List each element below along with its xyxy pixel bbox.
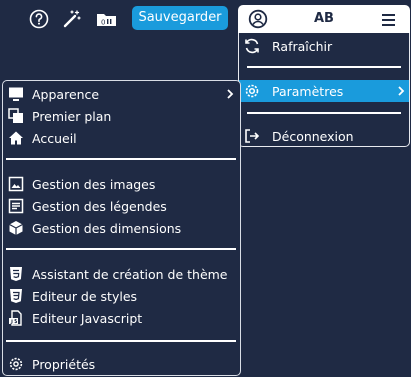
user-circle-icon bbox=[248, 9, 268, 29]
menu-item-home[interactable]: Accueil bbox=[6, 127, 238, 149]
hamburger-menu-icon[interactable] bbox=[381, 12, 397, 26]
menu-item-logout[interactable]: Déconnexion bbox=[239, 125, 409, 147]
settings-submenu: Apparence Premier plan Accueil Gestion d… bbox=[2, 80, 241, 376]
menu-item-theme-wizard[interactable]: Assistant de création de thème bbox=[6, 263, 238, 285]
menu-item-label: Accueil bbox=[32, 130, 77, 146]
css3-icon bbox=[8, 288, 24, 304]
home-icon bbox=[8, 130, 24, 146]
menu-item-label: Propriétés bbox=[32, 356, 96, 372]
menu-item-label: Premier plan bbox=[32, 108, 112, 124]
divider bbox=[6, 248, 236, 250]
refresh-icon bbox=[243, 37, 261, 55]
svg-text:0: 0 bbox=[101, 19, 105, 27]
menu-item-caption-management[interactable]: Gestion des légendes bbox=[6, 195, 238, 217]
menu-item-style-editor[interactable]: Editeur de styles bbox=[6, 285, 238, 307]
divider bbox=[6, 340, 236, 342]
js-file-icon bbox=[8, 310, 24, 326]
divider bbox=[247, 112, 401, 114]
caption-icon bbox=[8, 198, 24, 214]
menu-item-properties[interactable]: Propriétés bbox=[6, 353, 238, 375]
logout-icon bbox=[243, 127, 261, 145]
save-button[interactable]: Sauvegarder bbox=[132, 6, 228, 30]
menu-item-dimension-management[interactable]: Gestion des dimensions bbox=[6, 217, 238, 239]
help-icon[interactable] bbox=[28, 8, 50, 30]
folder-io-icon[interactable]: 0 bbox=[95, 8, 119, 30]
menu-item-label: Editeur de styles bbox=[32, 288, 138, 304]
monitor-icon bbox=[8, 86, 24, 102]
menu-item-label: Apparence bbox=[32, 86, 100, 102]
menu-item-label: Assistant de création de thème bbox=[32, 266, 228, 282]
foreground-icon bbox=[8, 108, 24, 124]
menu-item-label: Paramètres bbox=[272, 83, 344, 99]
chevron-right-icon bbox=[398, 86, 405, 96]
divider bbox=[6, 158, 236, 160]
menu-item-label: Editeur Javascript bbox=[32, 310, 143, 326]
user-dropdown-menu: Rafraîchir Paramètres Déconnexion bbox=[238, 33, 410, 147]
settings-icon bbox=[8, 356, 24, 372]
menu-item-appearance[interactable]: Apparence bbox=[6, 83, 238, 105]
menu-item-javascript-editor[interactable]: Editeur Javascript bbox=[6, 307, 238, 329]
menu-item-label: Rafraîchir bbox=[272, 38, 333, 54]
menu-item-image-management[interactable]: Gestion des images bbox=[6, 173, 238, 195]
html5-icon bbox=[8, 266, 24, 282]
user-menu-header[interactable]: AB bbox=[238, 5, 410, 33]
menu-item-label: Gestion des images bbox=[32, 176, 156, 192]
menu-item-label: Gestion des légendes bbox=[32, 198, 167, 214]
chevron-right-icon bbox=[227, 89, 234, 99]
gear-icon bbox=[243, 82, 261, 100]
menu-item-label: Gestion des dimensions bbox=[32, 220, 182, 236]
menu-item-foreground[interactable]: Premier plan bbox=[6, 105, 238, 127]
magic-wand-icon[interactable] bbox=[61, 8, 83, 30]
divider bbox=[247, 66, 401, 68]
cube-icon bbox=[8, 220, 24, 236]
menu-item-settings[interactable]: Paramètres bbox=[239, 80, 409, 102]
menu-item-label: Déconnexion bbox=[272, 128, 354, 144]
user-initials: AB bbox=[314, 11, 334, 26]
menu-item-refresh[interactable]: Rafraîchir bbox=[239, 35, 409, 57]
image-icon bbox=[8, 176, 24, 192]
